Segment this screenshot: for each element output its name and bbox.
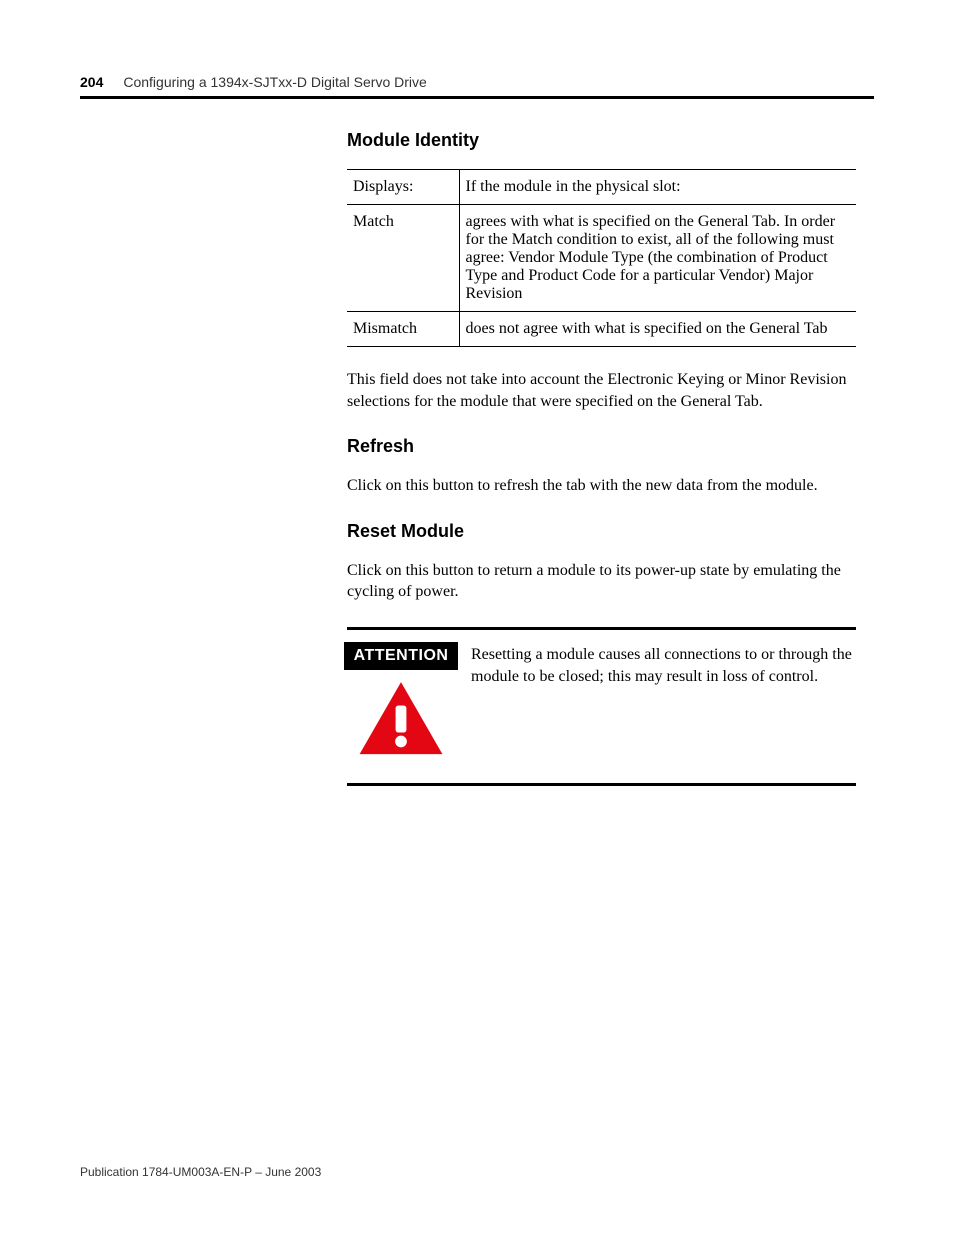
header-title: Configuring a 1394x-SJTxx-D Digital Serv… — [123, 74, 426, 90]
table-cell: Displays: — [347, 170, 459, 205]
table-row: Match agrees with what is specified on t… — [347, 205, 856, 312]
module-identity-heading: Module Identity — [347, 130, 856, 151]
publication-footer: Publication 1784-UM003A-EN-P – June 2003 — [80, 1165, 321, 1179]
table-cell: If the module in the physical slot: — [459, 170, 856, 205]
attention-text: Resetting a module causes all connection… — [471, 642, 856, 687]
warning-triangle-icon — [356, 678, 446, 765]
table-cell: agrees with what is specified on the Gen… — [459, 205, 856, 312]
module-identity-table: Displays: If the module in the physical … — [347, 169, 856, 347]
table-row: Mismatch does not agree with what is spe… — [347, 312, 856, 347]
attention-block: ATTENTION Resetting a module causes all … — [347, 627, 856, 786]
module-identity-note: This field does not take into account th… — [347, 369, 856, 412]
page-header: 204 Configuring a 1394x-SJTxx-D Digital … — [80, 74, 874, 99]
reset-module-body: Click on this button to return a module … — [347, 560, 856, 603]
table-cell: does not agree with what is specified on… — [459, 312, 856, 347]
table-cell: Mismatch — [347, 312, 459, 347]
attention-label: ATTENTION — [344, 642, 459, 670]
reset-module-heading: Reset Module — [347, 521, 856, 542]
refresh-heading: Refresh — [347, 436, 856, 457]
page-content: Module Identity Displays: If the module … — [347, 130, 856, 786]
page-number: 204 — [80, 74, 103, 90]
attention-left: ATTENTION — [347, 642, 455, 765]
refresh-body: Click on this button to refresh the tab … — [347, 475, 856, 497]
table-cell: Match — [347, 205, 459, 312]
table-row: Displays: If the module in the physical … — [347, 170, 856, 205]
